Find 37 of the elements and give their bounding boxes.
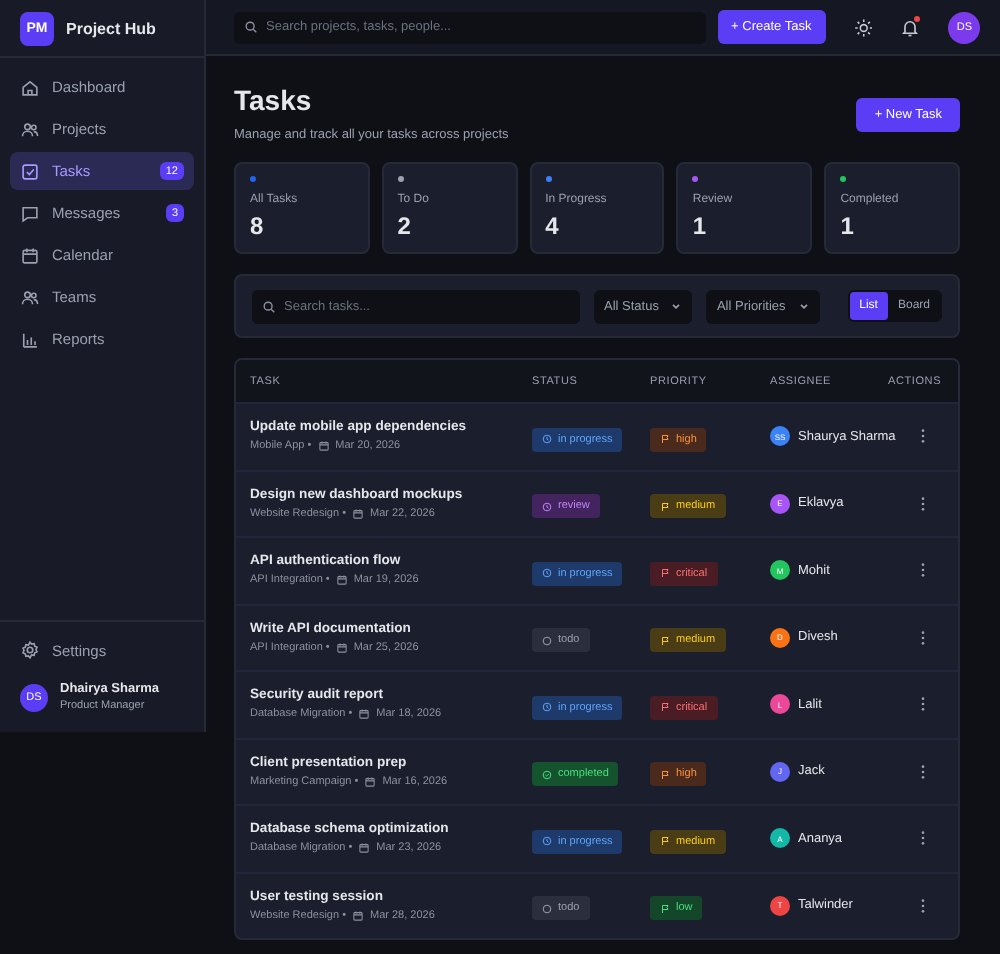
more-icon[interactable]: [920, 629, 926, 646]
app-name: Project Hub: [66, 19, 156, 37]
calendar-icon: [358, 708, 371, 721]
bar-chart-icon: [20, 329, 40, 349]
search-icon: [244, 20, 258, 34]
chevron-down-icon: [797, 300, 810, 312]
calendar-icon: [335, 641, 348, 654]
more-icon[interactable]: [920, 696, 926, 713]
more-icon[interactable]: [920, 428, 926, 445]
page-title: Tasks: [234, 84, 314, 116]
people-icon: [20, 119, 40, 139]
chevron-down-icon: [670, 300, 683, 312]
settings-icon: [20, 640, 40, 660]
stat-value: 1: [840, 212, 854, 240]
more-icon[interactable]: [920, 495, 926, 512]
search-icon: [262, 299, 276, 313]
calendar-icon: [358, 842, 371, 855]
bell-icon[interactable]: [900, 17, 921, 37]
stat-value: 1: [692, 212, 707, 240]
home-icon: [20, 77, 40, 97]
calendar-icon: [20, 245, 40, 265]
calendar-icon: [352, 909, 364, 922]
calendar-icon: [352, 507, 364, 520]
more-icon[interactable]: [920, 763, 926, 780]
checkbox-icon: [20, 161, 40, 181]
stat-value: 8: [250, 212, 264, 240]
calendar-icon: [335, 574, 348, 587]
stat-value: 4: [545, 212, 559, 240]
more-icon[interactable]: [920, 562, 926, 579]
more-icon[interactable]: [920, 897, 926, 914]
people-icon: [20, 287, 40, 307]
chat-icon: [20, 203, 40, 223]
calendar-icon: [317, 440, 330, 453]
more-icon[interactable]: [920, 830, 926, 847]
calendar-icon: [364, 775, 377, 788]
sun-icon[interactable]: [853, 17, 873, 37]
stat-value: 2: [397, 212, 411, 240]
